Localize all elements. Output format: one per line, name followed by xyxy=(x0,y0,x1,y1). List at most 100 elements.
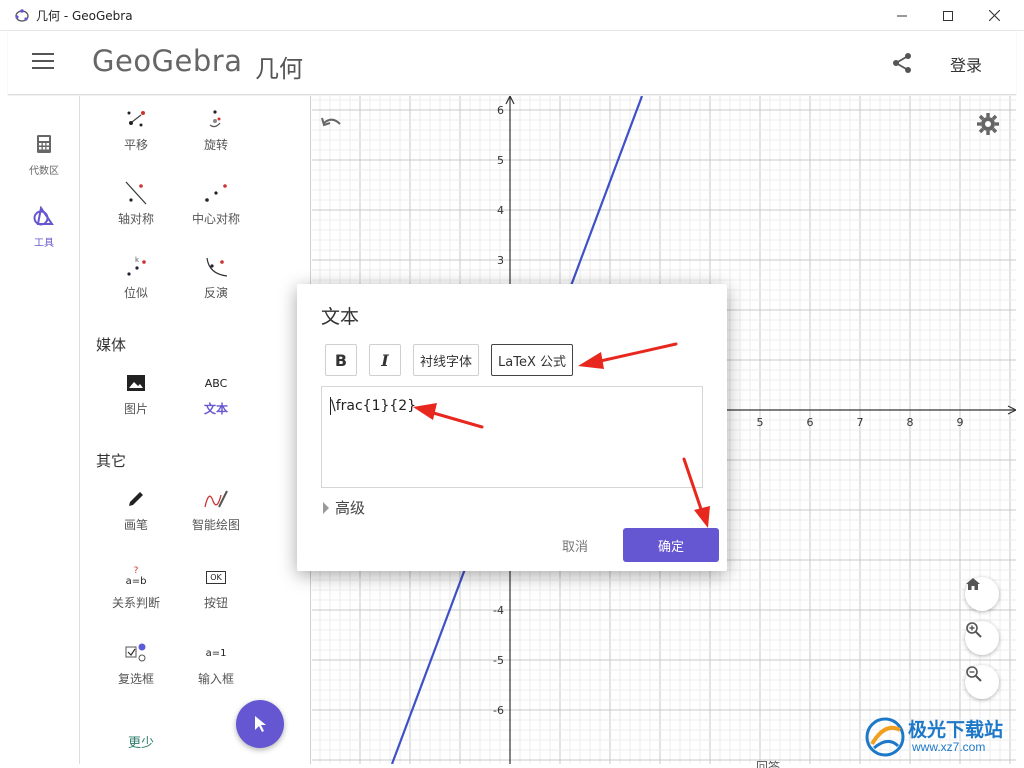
x-tick-label: 9 xyxy=(957,416,964,429)
image-icon xyxy=(127,375,145,391)
pen-tool[interactable]: 画笔 xyxy=(91,484,181,533)
site-watermark: 极光下载站 www.xz7.com xyxy=(864,712,1020,764)
settings-gear-icon[interactable] xyxy=(976,112,1000,136)
y-tick-label: 5 xyxy=(497,154,504,167)
zoom-in-button[interactable] xyxy=(965,621,999,655)
x-tick-label: 7 xyxy=(857,416,864,429)
point-reflect-tool[interactable]: 中心对称 xyxy=(171,178,261,227)
rail-algebra-tab[interactable]: 代数区 xyxy=(8,134,80,177)
tools-shapes-icon xyxy=(33,205,54,226)
serif-font-button[interactable]: 衬线字体 xyxy=(413,344,479,376)
maximize-button[interactable] xyxy=(925,0,971,31)
axis-reflect-label: 轴对称 xyxy=(117,212,154,226)
text-editor-input[interactable]: \frac{1}{2} xyxy=(321,386,703,488)
cursor-arrow-icon xyxy=(255,716,266,732)
rotate-label: 旋转 xyxy=(203,138,228,152)
dilate-icon: k xyxy=(127,256,146,276)
input-box-tool[interactable]: a=1 输入框 xyxy=(171,638,261,687)
zoom-out-icon xyxy=(966,666,982,682)
dialog-title: 文本 xyxy=(321,306,360,328)
minimize-button[interactable] xyxy=(879,0,925,31)
advanced-label: 高级 xyxy=(335,499,366,517)
relation-icon: a=b xyxy=(125,576,147,587)
relation-tool[interactable]: ? a=b 关系判断 xyxy=(91,562,181,611)
image-label: 图片 xyxy=(123,402,148,416)
home-icon xyxy=(966,578,980,590)
cancel-button[interactable]: 取消 xyxy=(545,528,605,562)
watermark-logo-icon xyxy=(865,717,905,757)
latex-formula-button[interactable]: LaTeX 公式 xyxy=(491,344,573,376)
text-dialog: 文本 B I 衬线字体 LaTeX 公式 \frac{1}{2} 高级 取消 确… xyxy=(297,284,727,571)
y-tick-label: 6 xyxy=(497,104,504,117)
y-tick-label: -4 xyxy=(493,604,504,617)
freehand-tool[interactable]: 智能绘图 xyxy=(171,484,261,533)
input-box-label: 输入框 xyxy=(197,672,234,686)
rail-tools-tab[interactable]: 工具 xyxy=(8,205,80,249)
svg-text:k: k xyxy=(135,256,140,264)
rotate-icon xyxy=(209,110,221,128)
app-name: 几何 xyxy=(255,55,303,83)
hamburger-menu-button[interactable] xyxy=(32,53,54,71)
expand-triangle-icon xyxy=(323,501,329,514)
translate-tool[interactable]: 平移 xyxy=(91,104,181,153)
login-button[interactable]: 登录 xyxy=(950,52,982,76)
minimize-icon xyxy=(897,15,907,16)
close-window-button[interactable] xyxy=(971,0,1017,31)
close-icon xyxy=(988,10,1000,21)
window-titlebar: 几何 - GeoGebra xyxy=(0,0,1024,31)
translate-label: 平移 xyxy=(123,138,148,152)
button-tool[interactable]: OK 按钮 xyxy=(171,562,261,611)
text-label: 文本 xyxy=(203,402,228,416)
y-tick-label: -5 xyxy=(493,654,504,667)
ok-button-icon: OK xyxy=(206,570,226,584)
bold-button[interactable]: B xyxy=(325,344,357,376)
y-tick-label: 3 xyxy=(497,254,504,267)
translate-icon xyxy=(127,111,145,127)
x-tick-label: 8 xyxy=(907,416,914,429)
invert-label: 反演 xyxy=(203,286,228,300)
show-less-link[interactable]: 更少 xyxy=(128,732,154,751)
italic-button[interactable]: I xyxy=(369,344,401,376)
window-title: 几何 - GeoGebra xyxy=(36,9,133,23)
share-icon[interactable] xyxy=(890,51,914,75)
button-label: 按钮 xyxy=(203,596,228,610)
rail-algebra-label: 代数区 xyxy=(29,166,59,177)
zoom-out-button[interactable] xyxy=(965,665,999,699)
move-tool-fab[interactable] xyxy=(236,700,284,748)
tools-panel: 平移 旋转 轴对称 中心对称 k 位似 反演 媒体 图片 ABC 文本 其它 画… xyxy=(81,96,311,764)
y-tick-label: -6 xyxy=(493,704,504,717)
undo-icon[interactable] xyxy=(320,114,344,134)
left-rail: 代数区 工具 xyxy=(8,96,80,764)
confirm-button[interactable]: 确定 xyxy=(623,528,719,562)
dilate-label: 位似 xyxy=(123,286,148,300)
media-section-title: 媒体 xyxy=(96,336,127,354)
rotate-tool[interactable]: 旋转 xyxy=(171,104,261,153)
other-section-title: 其它 xyxy=(96,452,127,470)
input-box-icon: a=1 xyxy=(205,647,227,659)
geogebra-logo: GeoGebra xyxy=(92,44,243,78)
y-tick-label: 4 xyxy=(497,204,504,217)
image-tool[interactable]: 图片 xyxy=(91,368,181,417)
freehand-icon xyxy=(204,490,228,508)
text-tool[interactable]: ABC 文本 xyxy=(171,368,261,417)
abc-icon: ABC xyxy=(204,376,228,390)
geogebra-app-icon xyxy=(15,9,29,22)
axis-reflect-tool[interactable]: 轴对称 xyxy=(91,178,181,227)
point-reflect-icon xyxy=(205,184,227,202)
dilate-tool[interactable]: k 位似 xyxy=(91,252,181,301)
home-view-button[interactable] xyxy=(965,577,999,611)
text-editor-content: \frac{1}{2} xyxy=(331,398,417,414)
x-tick-label: 6 xyxy=(807,416,814,429)
checkbox-label: 复选框 xyxy=(117,672,154,686)
checkbox-icon xyxy=(125,643,146,662)
app-header: GeoGebra 几何 登录 xyxy=(8,31,1016,95)
zoom-in-icon xyxy=(966,622,982,638)
invert-tool[interactable]: 反演 xyxy=(171,252,261,301)
freehand-label: 智能绘图 xyxy=(191,518,240,532)
advanced-toggle[interactable]: 高级 xyxy=(323,497,365,518)
checkbox-tool[interactable]: 复选框 xyxy=(91,638,181,687)
pen-icon xyxy=(129,492,143,506)
watermark-text: 极光下载站 xyxy=(908,719,1004,741)
rail-tools-label: 工具 xyxy=(34,238,54,249)
partial-bottom-text: 回答 xyxy=(756,760,781,768)
